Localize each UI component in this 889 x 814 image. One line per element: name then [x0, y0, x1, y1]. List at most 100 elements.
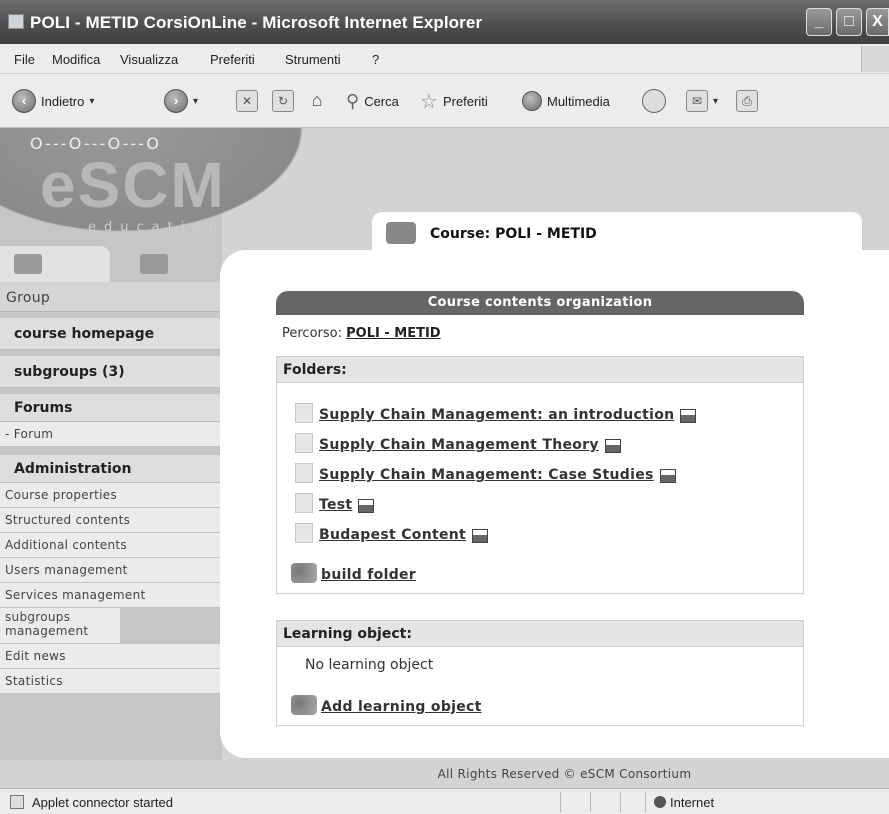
history-icon — [642, 89, 666, 113]
open-window-icon[interactable] — [680, 409, 697, 423]
refresh-icon: ↻ — [272, 90, 294, 112]
mail-button[interactable]: ✉ ▾ — [686, 88, 718, 114]
menu-visualizza[interactable]: Visualizza — [120, 52, 178, 67]
add-learning-object-action[interactable]: Add learning object — [291, 695, 482, 715]
chevron-down-icon: ▾ — [89, 95, 95, 107]
logo-sub: education — [88, 220, 225, 235]
status-divider — [560, 792, 561, 812]
breadcrumb-label: Percorso: — [282, 326, 342, 341]
chevron-down-icon: ▾ — [193, 95, 199, 107]
open-window-icon[interactable] — [472, 529, 489, 543]
sidebar-admin-head: Administration — [0, 455, 222, 483]
sidebar: Group course homepage subgroups (3) Foru… — [0, 282, 222, 694]
browser-toolbar: ‹ Indietro ▾ › ▾ ✕ ↻ ⌂ ⚲ Cerca ☆ Preferi… — [0, 74, 889, 128]
folder-item[interactable]: Supply Chain Management: Case Studies — [295, 459, 676, 483]
back-arrow-icon: ‹ — [12, 89, 36, 113]
menu-strumenti[interactable]: Strumenti — [285, 52, 341, 67]
media-icon — [522, 91, 542, 111]
menu-preferiti[interactable]: Preferiti — [210, 52, 255, 67]
minimize-button[interactable]: _ — [806, 8, 832, 36]
sidebar-tab-course[interactable] — [0, 246, 110, 282]
sidebar-subgroups-management[interactable]: subgroups management — [0, 608, 120, 644]
folders-header: Folders: — [277, 357, 803, 383]
build-folder-action[interactable]: build folder — [291, 563, 416, 583]
close-button[interactable]: X — [866, 8, 889, 36]
sidebar-structured-contents[interactable]: Structured contents — [0, 508, 222, 533]
folder-icon — [295, 523, 313, 543]
sidebar-forums-head: Forums — [0, 394, 222, 422]
folder-link[interactable]: Supply Chain Management: an introduction — [319, 407, 674, 423]
refresh-button[interactable]: ↻ — [272, 88, 294, 114]
menu-bar: File Modifica Visualizza Preferiti Strum… — [0, 44, 889, 74]
forward-button[interactable]: › ▾ — [164, 88, 198, 114]
search-button[interactable]: ⚲ Cerca — [346, 88, 399, 114]
sidebar-edit-news[interactable]: Edit news — [0, 644, 222, 669]
course-tab[interactable]: Course: POLI - METID — [372, 212, 862, 258]
sidebar-subgroups[interactable]: subgroups (3) — [0, 356, 222, 388]
no-learning-object-text: No learning object — [305, 657, 434, 673]
menu-help[interactable]: ? — [372, 52, 379, 67]
menu-modifica[interactable]: Modifica — [52, 52, 100, 67]
chevron-down-icon: ▾ — [713, 95, 719, 107]
window-title: POLI - METID CorsiOnLine - Microsoft Int… — [30, 13, 483, 32]
folder-item[interactable]: Supply Chain Management Theory — [295, 429, 621, 453]
open-window-icon[interactable] — [604, 439, 621, 453]
sidebar-tabs — [0, 246, 222, 282]
status-divider — [645, 792, 646, 812]
sidebar-tab-group[interactable] — [110, 246, 210, 282]
sidebar-course-homepage[interactable]: course homepage — [0, 318, 222, 350]
back-label: Indietro — [41, 93, 85, 109]
page-status-icon — [10, 795, 24, 809]
status-bar: Applet connector started Internet — [0, 788, 889, 814]
course-icon — [386, 222, 416, 244]
escm-logo: O---O---O---O eSCM education — [0, 128, 360, 258]
sidebar-forum-link[interactable]: - Forum — [0, 422, 222, 447]
maximize-button[interactable]: □ — [836, 8, 862, 36]
favorites-button[interactable]: ☆ Preferiti — [420, 88, 488, 114]
menu-file[interactable]: File — [14, 52, 35, 67]
sidebar-additional-contents[interactable]: Additional contents — [0, 533, 222, 558]
folder-item[interactable]: Test — [295, 489, 375, 513]
media-label: Multimedia — [547, 93, 610, 109]
security-zone: Internet — [670, 795, 715, 810]
breadcrumb-link[interactable]: POLI - METID — [346, 326, 440, 341]
add-learning-object-link[interactable]: Add learning object — [321, 699, 482, 715]
folder-item[interactable]: Budapest Content — [295, 519, 489, 543]
folders-box: Folders: Supply Chain Management: an int… — [276, 356, 804, 594]
search-icon: ⚲ — [346, 90, 360, 111]
print-button[interactable]: ⎙ — [736, 88, 758, 114]
sidebar-services-management[interactable]: Services management — [0, 583, 222, 608]
folder-link[interactable]: Budapest Content — [319, 527, 466, 543]
learning-object-header: Learning object: — [277, 621, 803, 647]
page-footer: All Rights Reserved © eSCM Consortium — [0, 760, 889, 788]
media-button[interactable]: Multimedia — [522, 88, 610, 114]
page-content: O---O---O---O eSCM education Group cours… — [0, 128, 889, 788]
sidebar-course-properties[interactable]: Course properties — [0, 483, 222, 508]
search-label: Cerca — [364, 93, 399, 109]
folder-item[interactable]: Supply Chain Management: an introduction — [295, 399, 697, 423]
star-icon: ☆ — [420, 90, 438, 113]
folder-icon — [295, 433, 313, 453]
folder-link[interactable]: Supply Chain Management: Case Studies — [319, 467, 654, 483]
back-button[interactable]: ‹ Indietro ▾ — [12, 88, 94, 114]
folder-link[interactable]: Test — [319, 497, 352, 513]
open-window-icon[interactable] — [358, 499, 375, 513]
window-titlebar: POLI - METID CorsiOnLine - Microsoft Int… — [0, 0, 889, 44]
home-button[interactable]: ⌂ — [306, 88, 328, 114]
sidebar-users-management[interactable]: Users management — [0, 558, 222, 583]
build-folder-link[interactable]: build folder — [321, 567, 416, 583]
home-icon: ⌂ — [311, 90, 323, 110]
open-window-icon[interactable] — [659, 469, 676, 483]
tools-icon — [291, 563, 317, 583]
windows-flag-icon — [861, 46, 889, 72]
sidebar-statistics[interactable]: Statistics — [0, 669, 222, 694]
status-message: Applet connector started — [32, 795, 173, 810]
folder-link[interactable]: Supply Chain Management Theory — [319, 437, 599, 453]
course-icon — [14, 254, 42, 274]
status-divider — [620, 792, 621, 812]
forward-arrow-icon: › — [164, 89, 188, 113]
ie-app-icon — [8, 14, 24, 29]
stop-button[interactable]: ✕ — [236, 88, 258, 114]
history-button[interactable] — [642, 88, 666, 114]
favorites-label: Preferiti — [442, 93, 488, 109]
